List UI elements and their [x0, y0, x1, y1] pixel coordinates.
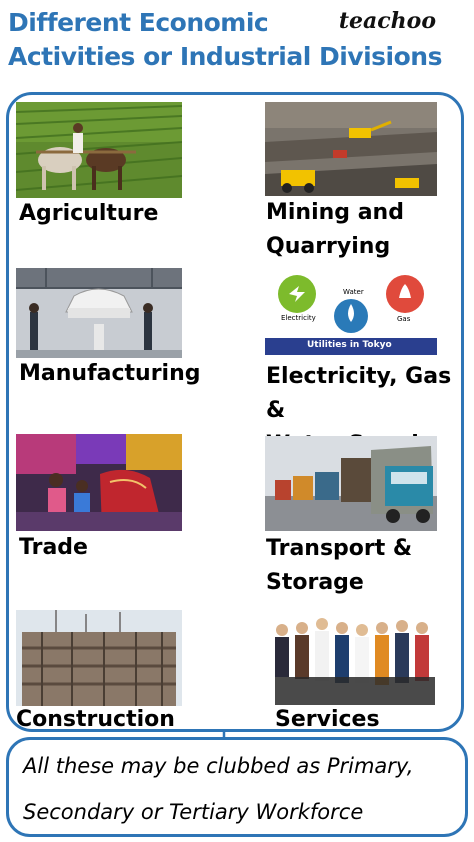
image-text-electricity: Electricity: [281, 314, 316, 322]
car-assembly-line-photo: [16, 268, 182, 358]
label-trade: Trade: [19, 535, 88, 560]
truck-convoy-photo: [265, 436, 437, 531]
label-transport-line-2: Storage: [266, 570, 364, 595]
label-agriculture: Agriculture: [19, 201, 159, 226]
image-text-water: Water: [343, 288, 364, 296]
brand-logo: teachoo: [338, 8, 436, 34]
label-mining-line-1: Mining and: [266, 200, 404, 225]
ploughing-field-photo: [16, 102, 182, 198]
summary-note: All these may be clubbed as Primary, Sec…: [6, 737, 468, 837]
note-line-2: Secondary or Tertiary Workforce: [23, 800, 364, 824]
open-pit-mine-photo: [265, 102, 437, 196]
building-construction-photo: [16, 610, 182, 706]
utilities-icons-photo: Electricity Water Gas Utilities in Tokyo: [265, 268, 437, 355]
textile-market-photo: [16, 434, 182, 531]
label-mining: Mining and Quarrying: [266, 196, 404, 264]
label-services: Services: [275, 707, 380, 732]
image-text-caption: Utilities in Tokyo: [307, 340, 392, 350]
label-mining-line-2: Quarrying: [266, 234, 391, 259]
image-text-gas: Gas: [397, 315, 411, 323]
label-manufacturing: Manufacturing: [19, 361, 201, 386]
note-line-1: All these may be clubbed as Primary,: [23, 754, 414, 778]
service-workers-photo: [270, 610, 440, 707]
label-utilities-line-1: Electricity, Gas &: [266, 364, 452, 423]
label-transport: Transport & Storage: [266, 532, 412, 600]
title-line-2: Activities or Industrial Divisions: [8, 42, 442, 71]
label-transport-line-1: Transport &: [266, 536, 413, 561]
label-construction: Construction: [16, 707, 175, 732]
